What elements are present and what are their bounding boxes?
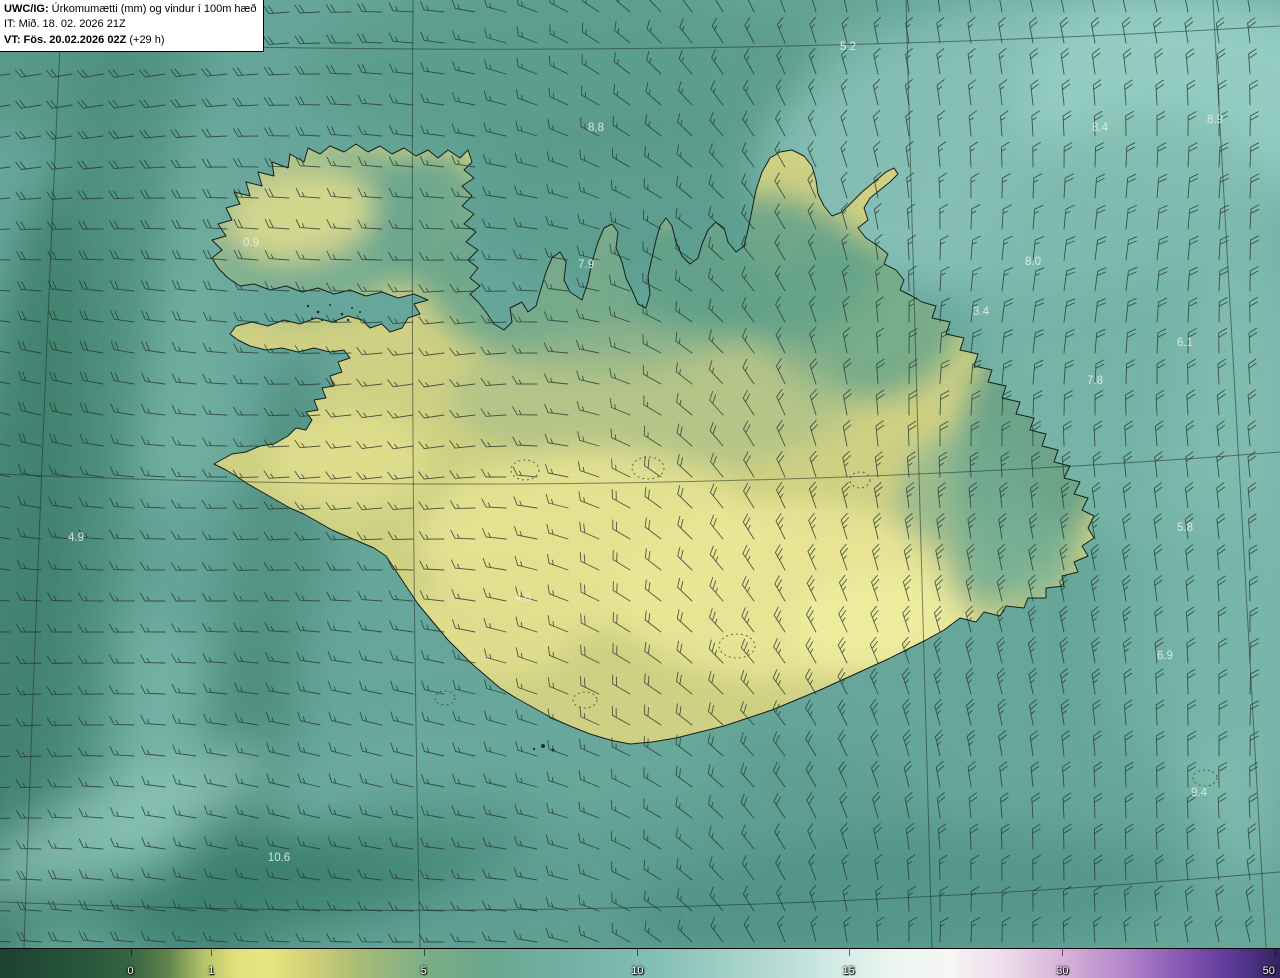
- colorbar-tick-label: 50: [1262, 965, 1275, 977]
- precip-value-label: 5.8: [1177, 522, 1193, 534]
- colorbar-tick-mark: [423, 949, 425, 956]
- colorbar-tick-label: 1: [208, 965, 215, 977]
- precip-value-label: 6.9: [1157, 650, 1173, 662]
- precip-value-label: 5.2: [840, 41, 856, 53]
- colorbar: 0 1 5 10 15 30 50: [0, 948, 1280, 978]
- precip-value-label: 0.9: [243, 237, 259, 249]
- precip-value-label: 4.9: [68, 532, 84, 544]
- map-title-text: Úrkomumætti (mm) og vindur í 100m hæð: [48, 3, 257, 15]
- colorbar-tick-mark: [1062, 949, 1064, 956]
- valid-time-text: VT: Fös. 20.02.2026 02Z: [4, 33, 127, 46]
- precip-value-label: 8.4: [1092, 122, 1109, 134]
- precip-value-label: 9.4: [1191, 787, 1208, 799]
- precip-value-label: 6.1: [1177, 337, 1193, 349]
- precip-value-label: 8.8: [588, 122, 604, 134]
- colorbar-tick-label: 30: [1056, 965, 1069, 977]
- colorbar-tick-mark: [637, 949, 639, 956]
- lead-time-text: (+29 h): [126, 33, 165, 46]
- precip-value-label: 7.9: [578, 259, 594, 271]
- colorbar-tick-label: 15: [842, 965, 855, 977]
- precip-value-label: 3.4: [973, 306, 990, 318]
- precip-value-label: 4.6: [515, 592, 531, 604]
- colorbar-tick-mark: [848, 949, 850, 956]
- weather-map: 5.2 8.8 8.4 8.9 7.9 0.9 8.0 3.4 6.1 7.8 4.9 5.8 4.6 6…: [0, 0, 1280, 948]
- title-line-init-time: IT: Mið. 18. 02. 2026 21Z: [4, 17, 256, 32]
- colorbar-tick-label: 5: [420, 965, 427, 977]
- colorbar-tick-mark: [130, 949, 132, 956]
- model-id-text: UWC/IG:: [4, 3, 49, 15]
- precip-value-label: 8.0: [1025, 256, 1041, 268]
- title-line-valid-time: VT: Fös. 20.02.2026 02Z (+29 h): [4, 33, 256, 48]
- colorbar-tick-label: 0: [127, 965, 134, 977]
- colorbar-tick-label: 10: [631, 965, 644, 977]
- precip-value-label: 10.6: [268, 852, 290, 864]
- colorbar-tick-mark: [1274, 949, 1276, 956]
- map-canvas: 5.2 8.8 8.4 8.9 7.9 0.9 8.0 3.4 6.1 7.8 4.9 5.8 4.6 6…: [0, 0, 1280, 948]
- colorbar-tick-mark: [211, 949, 213, 956]
- precip-value-label: 7.8: [1087, 375, 1103, 387]
- title-box: UWC/IG: Úrkomumætti (mm) og vindur í 100…: [0, 0, 265, 53]
- init-time-text: IT: Mið. 18. 02. 2026 21Z: [4, 18, 126, 31]
- precip-value-label: 8.9: [1207, 114, 1223, 126]
- title-line-model: UWC/IG: Úrkomumætti (mm) og vindur í 100…: [4, 2, 256, 17]
